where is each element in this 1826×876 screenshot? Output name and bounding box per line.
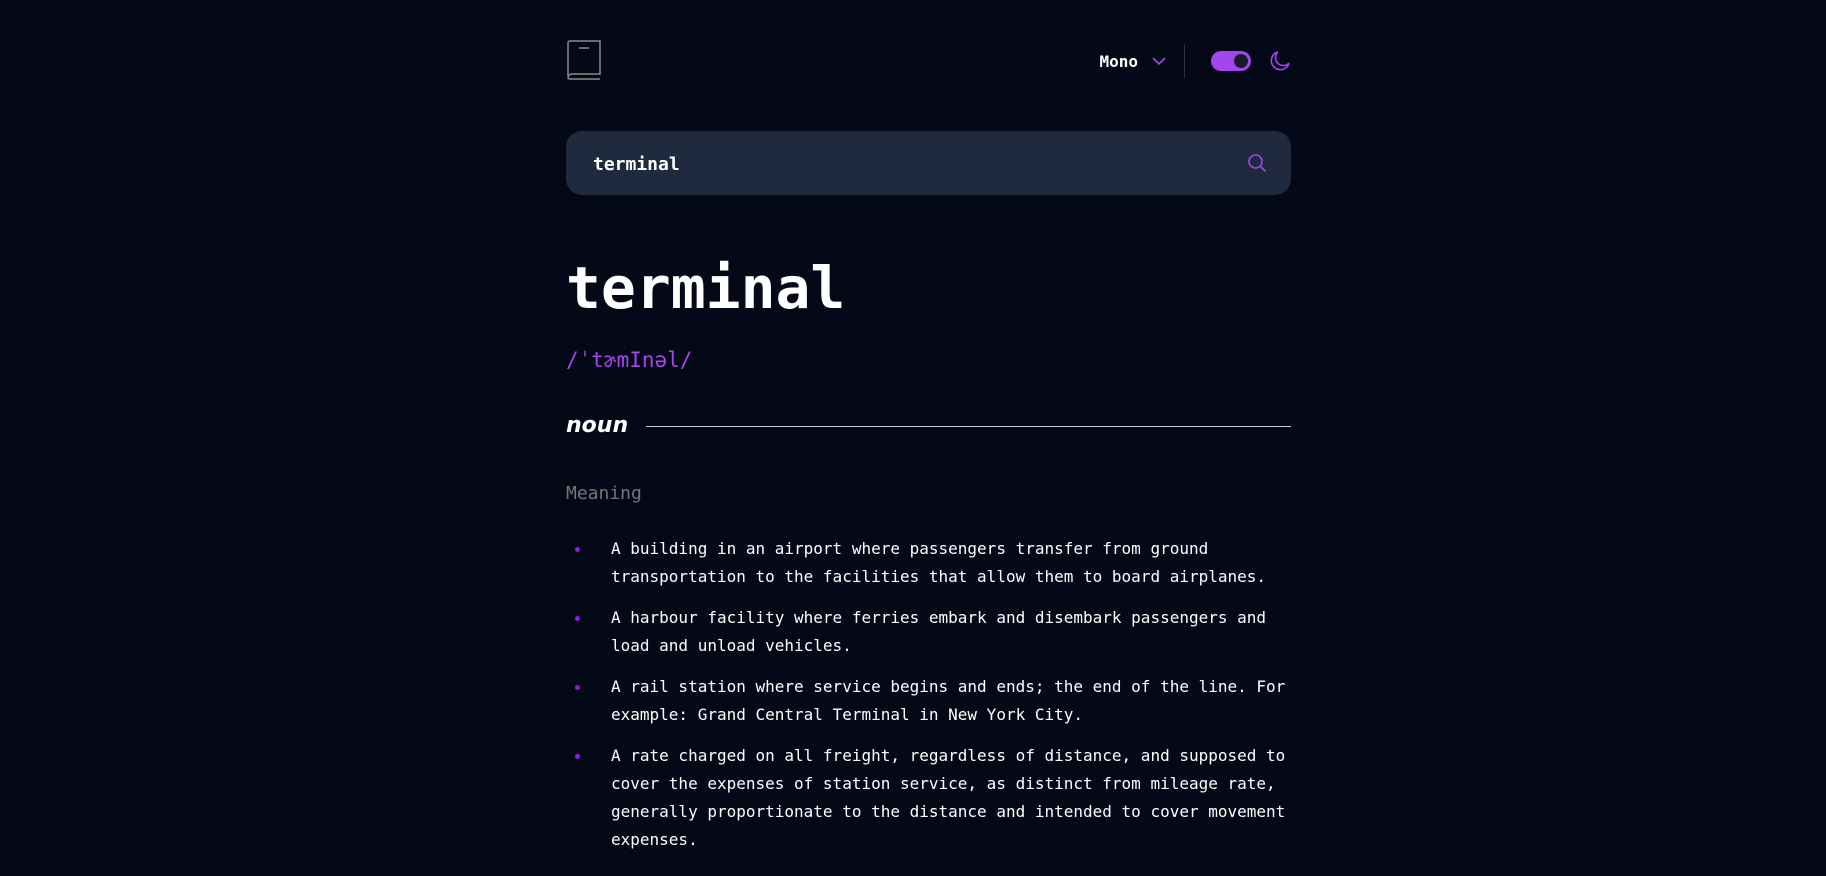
font-selector[interactable]: Mono [1099,40,1184,82]
bullet-icon [575,547,580,552]
search-bar [566,131,1291,197]
definition-text: A rail station where service begins and … [611,677,1286,724]
dictionary-page: Mono terminal /ˈtɚ [0,0,1826,876]
definition-text: A rate charged on all freight, regardles… [611,746,1286,849]
part-of-speech: noun [566,412,629,438]
bullet-icon [575,754,580,759]
book-icon[interactable] [566,40,602,80]
bullet-icon [575,685,580,690]
chevron-down-icon [1152,57,1166,66]
definition-text: A building in an airport where passenger… [611,539,1267,586]
word-title: terminal [566,254,846,322]
header-divider [1184,44,1185,78]
phonetic: /ˈtɚmInəl/ [566,348,693,372]
definition-text: A harbour facility where ferries embark … [611,608,1267,655]
font-selector-label: Mono [1099,51,1138,71]
header-controls: Mono [1099,40,1291,82]
list-item: A building in an airport where passenger… [566,535,1291,591]
list-item: A rail station where service begins and … [566,673,1291,729]
part-of-speech-row: noun [566,408,1291,442]
toggle-knob [1234,54,1248,68]
header: Mono [566,40,1291,82]
moon-icon[interactable] [1269,50,1291,72]
list-item: A rate charged on all freight, regardles… [566,742,1291,854]
divider-line [646,425,1291,427]
meaning-heading: Meaning [566,483,642,504]
definition-list: A building in an airport where passenger… [566,535,1291,867]
theme-toggle[interactable] [1211,51,1251,71]
search-input[interactable] [591,131,1215,197]
bullet-icon [575,616,580,621]
search-icon[interactable] [1247,153,1267,173]
list-item: A harbour facility where ferries embark … [566,604,1291,660]
